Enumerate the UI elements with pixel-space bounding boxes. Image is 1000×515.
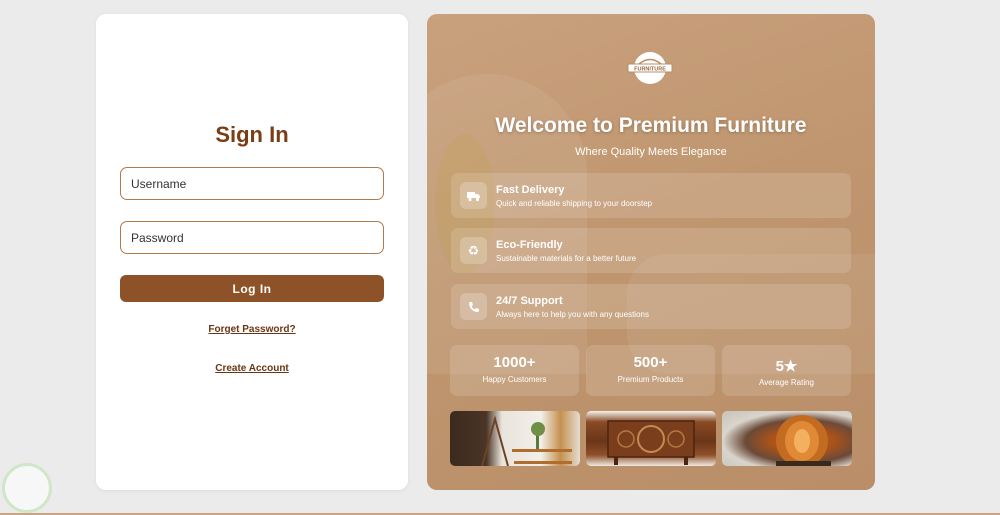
feature-support: 24/7 Support Always here to help you wit… [451, 284, 851, 329]
truck-icon [460, 182, 487, 209]
logo-text: FURNITURE [634, 67, 666, 73]
shelf-photo [450, 411, 580, 466]
feature-title: Fast Delivery [496, 184, 565, 196]
password-input[interactable] [120, 221, 384, 254]
stat-label: Average Rating [759, 378, 814, 387]
stat-label: Happy Customers [482, 375, 547, 384]
login-card: Sign In Log In Forget Password? Create A… [96, 14, 408, 490]
login-title: Sign In [215, 122, 289, 147]
create-account-link[interactable]: Create Account [96, 363, 408, 374]
feature-fast-delivery: Fast Delivery Quick and reliable shippin… [451, 173, 851, 218]
cabinet-photo [586, 411, 716, 466]
recycle-icon: ♻ [460, 237, 487, 264]
feature-description: Always here to help you with any questio… [496, 310, 649, 319]
promo-panel: FURNITURE Welcome to Premium Furniture W… [427, 14, 875, 490]
stat-label: Premium Products [617, 375, 684, 384]
wood-lamp-photo [722, 411, 852, 466]
login-button[interactable]: Log In [120, 275, 384, 302]
feature-title: Eco-Friendly [496, 239, 563, 251]
tagline: Where Quality Meets Elegance [575, 146, 727, 158]
watermark-logo [2, 463, 52, 513]
stat-average-rating: 5★ Average Rating [722, 345, 851, 396]
feature-description: Sustainable materials for a better futur… [496, 254, 637, 263]
furniture-logo: FURNITURE [627, 52, 673, 84]
username-input[interactable] [120, 167, 384, 200]
feature-title: 24/7 Support [496, 295, 563, 307]
stat-value: 1000+ [493, 354, 536, 371]
feature-description: Quick and reliable shipping to your door… [496, 199, 653, 208]
stat-value: 500+ [633, 354, 668, 371]
phone-icon [460, 293, 487, 320]
welcome-title: Welcome to Premium Furniture [495, 114, 807, 137]
stat-value: 5★ [775, 358, 798, 375]
feature-eco-friendly: ♻ Eco-Friendly Sustainable materials for… [451, 228, 851, 273]
stat-happy-customers: 1000+ Happy Customers [450, 345, 579, 396]
forgot-password-link[interactable]: Forget Password? [96, 324, 408, 335]
stat-premium-products: 500+ Premium Products [586, 345, 715, 396]
